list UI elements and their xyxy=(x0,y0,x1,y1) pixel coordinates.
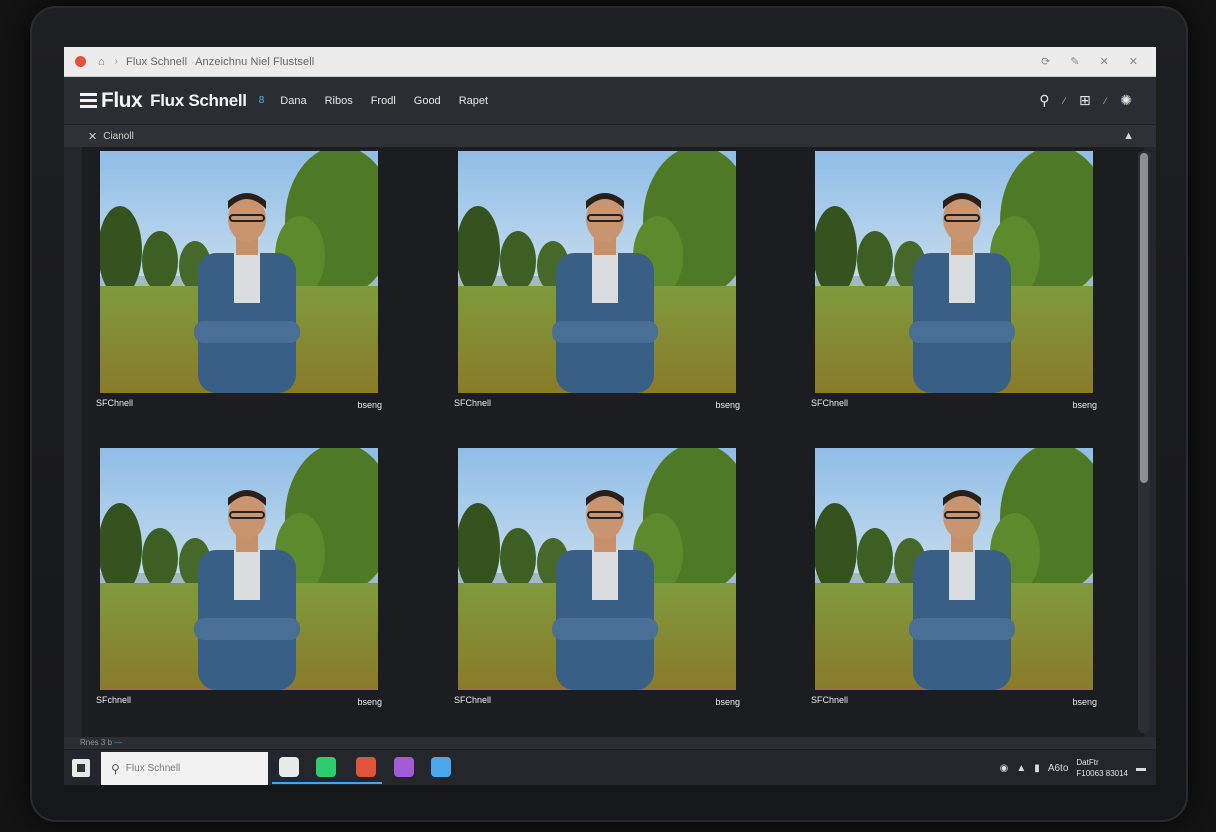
notification-icon[interactable]: ▲ xyxy=(1016,763,1026,774)
logo-icon xyxy=(80,92,97,109)
status-strip: Rnes 3 b — xyxy=(64,737,1156,749)
search-icon: ⚲ xyxy=(111,761,120,776)
generated-image[interactable] xyxy=(458,448,736,690)
active-app-indicator xyxy=(272,782,382,784)
gallery-icon[interactable] xyxy=(394,757,414,777)
panel-title: Cianoll xyxy=(103,130,134,142)
generated-image[interactable] xyxy=(100,151,378,393)
address-text[interactable]: Anzeichnu Niel Flustsell xyxy=(195,56,314,68)
main-nav: Dana Ribos Frodl Good Rapet xyxy=(280,95,488,107)
separator-icon: ⁄ xyxy=(1104,95,1107,106)
clock-time: DatFtr xyxy=(1076,758,1099,767)
image-format-label: bseng xyxy=(1072,697,1097,707)
close-tab-icon[interactable]: ✕ xyxy=(1129,55,1138,68)
image-model-label: SFchnell xyxy=(96,695,132,705)
nav-item-rapet[interactable]: Rapet xyxy=(459,95,488,107)
image-model-label: SFChnell xyxy=(811,398,849,408)
status-text: Rnes 3 b xyxy=(80,738,113,747)
settings-icon[interactable]: ✺ xyxy=(1120,92,1132,109)
tray-text: A6to xyxy=(1047,762,1069,774)
separator-icon: ⁄ xyxy=(1063,95,1066,106)
nav-item-dana[interactable]: Dana xyxy=(280,95,306,107)
generated-image[interactable] xyxy=(100,448,378,690)
app-badge: 8 xyxy=(258,95,265,106)
scrollbar-thumb[interactable] xyxy=(1140,153,1148,483)
gallery-card[interactable]: SFChnell bseng xyxy=(454,147,754,419)
image-model-label: SFChnell xyxy=(96,398,134,408)
browser-titlebar: ⌂ › Flux Schnell Anzeichnu Niel Flustsel… xyxy=(64,47,1156,77)
home-icon[interactable]: ⌂ xyxy=(98,56,105,68)
clock[interactable]: DatFtr F10063 83014 xyxy=(1076,757,1128,779)
image-gallery: SFChnell bseng SFChnell bseng SFChnell b… xyxy=(82,147,1144,737)
scrollbar[interactable] xyxy=(1138,151,1150,733)
generated-image[interactable] xyxy=(815,448,1093,690)
gallery-card[interactable]: SFChnell bseng xyxy=(96,147,396,419)
taskbar: ⚲ Flux Schnell ◉ ▲ ▮ A6to DatFtr F10063 … xyxy=(64,749,1156,785)
chevron-right-icon: › xyxy=(114,56,118,67)
media-icon[interactable]: ⊞ xyxy=(1079,92,1091,109)
logo-text: Flux xyxy=(101,88,143,112)
start-button[interactable] xyxy=(72,759,90,777)
app-title: Flux Schnell xyxy=(150,90,247,110)
gallery-card[interactable]: SFChnell bseng xyxy=(454,444,754,716)
edit-icon[interactable]: ✎ xyxy=(1070,55,1079,68)
photos-icon[interactable] xyxy=(356,757,376,777)
gallery-card[interactable]: SFChnell bseng xyxy=(811,147,1111,419)
nav-item-frodl[interactable]: Frodl xyxy=(371,95,396,107)
image-model-label: SFChnell xyxy=(454,695,492,705)
close-panel-icon[interactable]: ✕ xyxy=(88,130,97,143)
gallery-card[interactable]: SFChnell bseng xyxy=(811,444,1111,716)
clock-date: F10063 83014 xyxy=(1076,769,1128,778)
status-progress: — xyxy=(114,738,123,747)
battery-icon[interactable]: ▬ xyxy=(1136,763,1146,774)
nav-item-ribos[interactable]: Ribos xyxy=(325,95,353,107)
image-format-label: bseng xyxy=(715,400,740,410)
close-window-icon[interactable] xyxy=(75,56,86,67)
browser-title: Flux Schnell xyxy=(126,55,188,68)
system-tray: ◉ ▲ ▮ A6to DatFtr F10063 83014 ▬ xyxy=(1000,754,1146,782)
panel-header: ✕ Cianoll ▲ xyxy=(64,125,1156,147)
image-format-label: bseng xyxy=(1072,400,1097,410)
gallery-card[interactable]: SFchnell bseng xyxy=(96,444,396,716)
generated-image[interactable] xyxy=(458,151,736,393)
image-model-label: SFChnell xyxy=(454,398,492,408)
close-icon[interactable]: ✕ xyxy=(1100,55,1109,68)
taskbar-search[interactable]: ⚲ Flux Schnell xyxy=(101,752,268,785)
taskbar-search-placeholder: Flux Schnell xyxy=(125,763,181,774)
app-store-icon[interactable] xyxy=(279,757,299,777)
collapse-icon[interactable]: ▲ xyxy=(1123,130,1134,142)
screen: ⌂ › Flux Schnell Anzeichnu Niel Flustsel… xyxy=(64,47,1156,785)
volume-icon[interactable]: ▮ xyxy=(1034,763,1040,774)
messages-icon[interactable] xyxy=(316,757,336,777)
image-format-label: bseng xyxy=(357,400,382,410)
app-header: Flux Flux Schnell 8 Dana Ribos Frodl Goo… xyxy=(64,77,1156,125)
image-format-label: bseng xyxy=(715,697,740,707)
search-icon[interactable]: ⚲ xyxy=(1039,92,1049,109)
generated-image[interactable] xyxy=(815,151,1093,393)
nav-item-good[interactable]: Good xyxy=(414,95,441,107)
network-icon[interactable]: ◉ xyxy=(1000,763,1009,774)
image-format-label: bseng xyxy=(357,697,382,707)
refresh-icon[interactable]: ⟳ xyxy=(1041,55,1050,68)
image-model-label: SFChnell xyxy=(811,695,849,705)
explorer-icon[interactable] xyxy=(431,757,451,777)
